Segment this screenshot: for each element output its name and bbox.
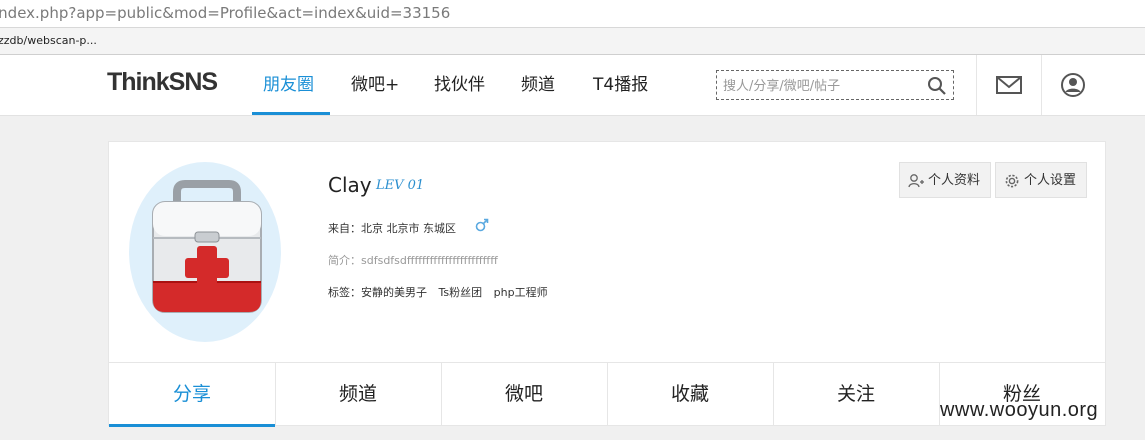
tab-favorites[interactable]: 收藏 [607,363,774,425]
tag-item[interactable]: 安静的美男子 [361,286,427,299]
search-icon[interactable] [927,76,947,96]
profile-card: Clay LEV 01 来自：北京 北京市 东城区 简介：sdfsdfsdfff… [108,141,1106,427]
avatar[interactable] [129,162,281,342]
gear-icon [1005,174,1019,188]
browser-tab-label[interactable]: zzdb/webscan-p... [0,34,97,47]
site-logo[interactable]: ThinkSNS [107,68,218,97]
add-user-icon [908,174,924,188]
nav-item-friends[interactable]: 朋友圈 [263,55,314,115]
tab-weiba[interactable]: 微吧 [441,363,608,425]
tag-item[interactable]: Ts粉丝团 [439,286,483,299]
tab-shares[interactable]: 分享 [109,363,276,425]
bio-label: 简介： [328,254,361,267]
url-text: index.php?app=public&mod=Profile&act=ind… [0,4,451,22]
nav-active-indicator [252,112,330,115]
tags-line: 标签：安静的美男子 Ts粉丝团 php工程师 [328,284,548,300]
mail-icon[interactable] [996,74,1022,96]
level-badge: LEV 01 [376,178,425,193]
profile-info-label: 个人资料 [928,173,981,188]
browser-tab-strip: zzdb/webscan-p... [0,28,1145,55]
location-value: 北京 北京市 东城区 [361,222,456,235]
nav-divider [976,55,977,115]
user-circle-icon[interactable] [1061,73,1085,97]
settings-label: 个人设置 [1024,173,1077,188]
tag-item[interactable]: php工程师 [494,286,548,299]
location-line: 来自：北京 北京市 东城区 [328,220,456,236]
settings-button[interactable]: 个人设置 [995,162,1087,198]
location-label: 来自： [328,222,361,235]
search-input[interactable] [723,76,923,96]
bio-value: sdfsdfsdffffffffffffffffffffffff [361,254,498,267]
nav-item-t4-broadcast[interactable]: T4播报 [593,55,648,115]
bio-line: 简介：sdfsdfsdffffffffffffffffffffffff [328,252,498,268]
male-icon [475,218,489,232]
nav-item-find-partners[interactable]: 找伙伴 [434,55,485,115]
nav-item-weiba[interactable]: 微吧+ [351,55,399,115]
search-box [716,70,954,100]
watermark: www.wooyun.org [940,399,1099,421]
browser-url-bar[interactable]: index.php?app=public&mod=Profile&act=ind… [0,0,1145,28]
profile-info-button[interactable]: 个人资料 [899,162,991,198]
tab-following[interactable]: 关注 [773,363,940,425]
nav-item-channels[interactable]: 频道 [521,55,555,115]
tags-label: 标签： [328,286,361,299]
top-navigation: ThinkSNS 朋友圈 微吧+ 找伙伴 频道 T4播报 [0,55,1145,116]
nav-divider [1041,55,1042,115]
tab-channels[interactable]: 频道 [275,363,442,425]
first-aid-kit-icon [152,180,262,313]
profile-name: Clay [328,173,372,197]
tab-active-indicator [109,424,275,427]
